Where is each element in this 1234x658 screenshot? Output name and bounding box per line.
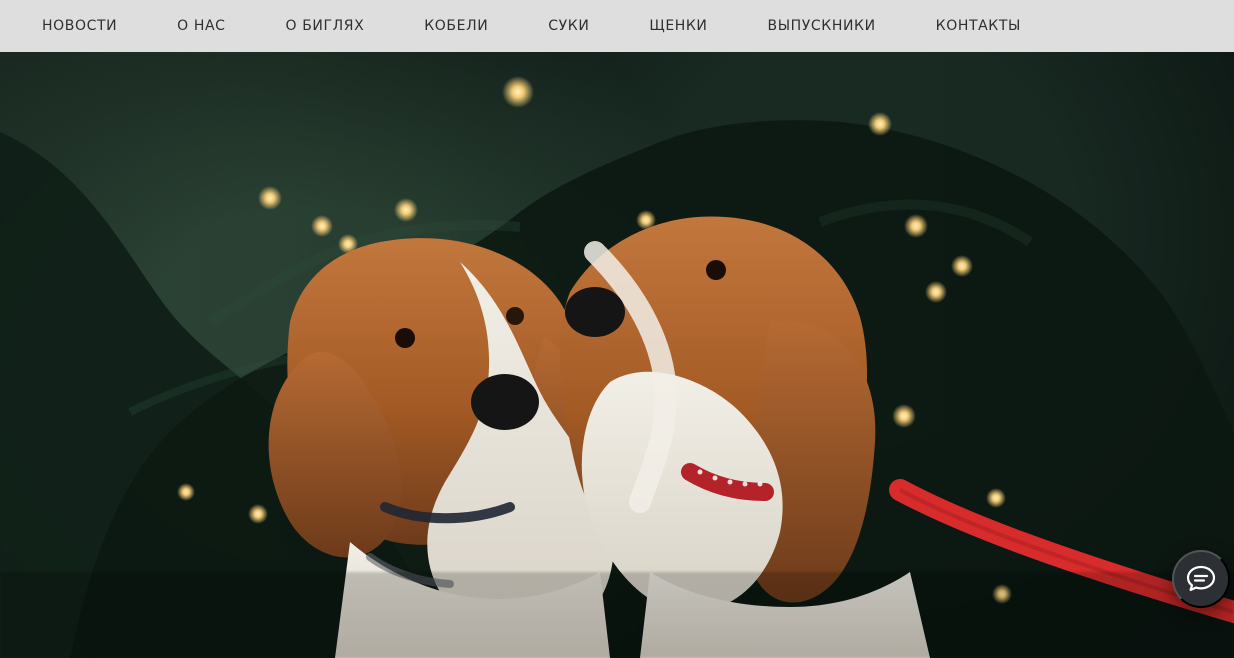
- nav-item-about-beagles[interactable]: О БИГЛЯХ: [286, 18, 365, 34]
- light-bulb: [502, 76, 534, 108]
- hero-illustration: [0, 76, 1234, 658]
- nav-item-graduates[interactable]: ВЫПУСКНИКИ: [768, 18, 876, 34]
- light-bulb: [925, 281, 947, 303]
- nav-item-about-us[interactable]: О НАС: [177, 18, 225, 34]
- nav-item-puppies[interactable]: ЩЕНКИ: [649, 18, 707, 34]
- nav-item-contacts[interactable]: КОНТАКТЫ: [936, 18, 1021, 34]
- dog-eye: [506, 307, 524, 325]
- chat-widget-button[interactable]: [1172, 550, 1230, 608]
- light-bulb: [904, 214, 928, 238]
- light-bulb: [892, 404, 916, 428]
- light-bulb: [868, 112, 892, 136]
- dog-nose: [565, 287, 625, 337]
- nav-item-males[interactable]: КОБЕЛИ: [424, 18, 488, 34]
- chat-bubble-icon: [1184, 561, 1218, 598]
- light-bulb: [177, 483, 195, 501]
- top-navigation: НОВОСТИ О НАС О БИГЛЯХ КОБЕЛИ СУКИ ЩЕНКИ…: [0, 0, 1234, 52]
- light-bulb: [986, 488, 1006, 508]
- nav-item-females[interactable]: СУКИ: [548, 18, 589, 34]
- light-bulb: [248, 504, 268, 524]
- hero-photo-alt: [0, 52, 1, 53]
- light-bulb: [394, 198, 418, 222]
- page: НОВОСТИ О НАС О БИГЛЯХ КОБЕЛИ СУКИ ЩЕНКИ…: [0, 0, 1234, 658]
- dog-eye: [706, 260, 726, 280]
- dog-nose: [471, 374, 539, 430]
- light-bulb: [311, 215, 333, 237]
- dog-eye: [395, 328, 415, 348]
- nav-item-news[interactable]: НОВОСТИ: [42, 18, 117, 34]
- light-bulb: [258, 186, 282, 210]
- hero-photo: [0, 52, 1234, 658]
- light-bulb: [951, 255, 973, 277]
